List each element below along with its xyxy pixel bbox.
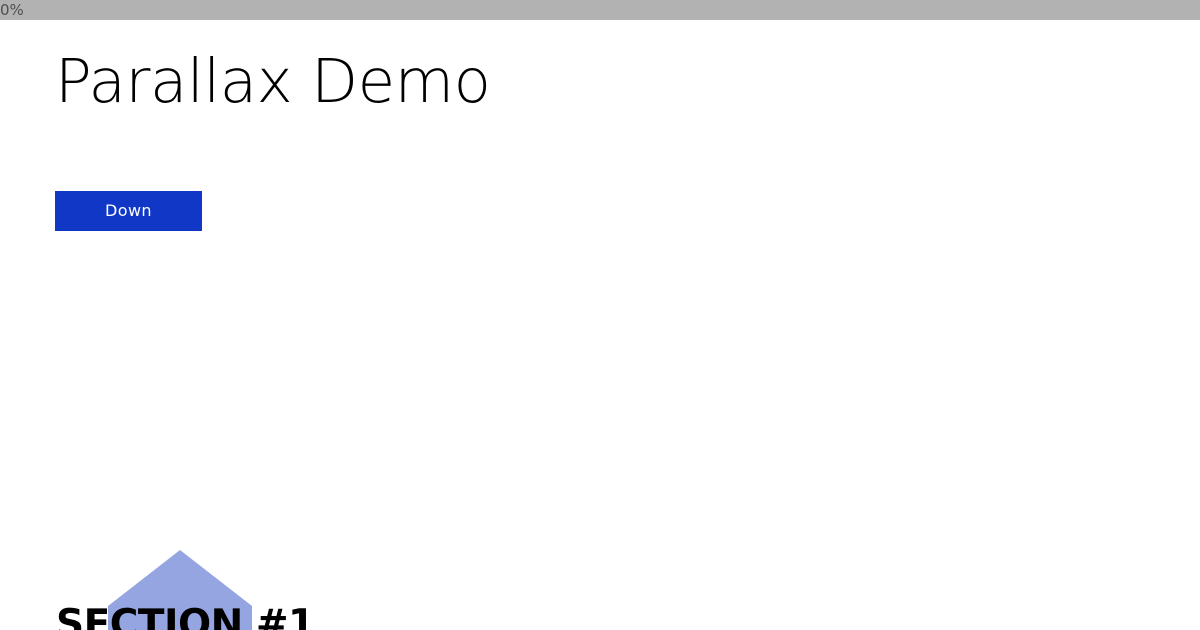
scroll-progress-label: 0%: [0, 1, 24, 19]
section-heading: SECTION #1: [56, 602, 315, 630]
parallax-demo-page: 0% Parallax Demo Down SECTION #1: [0, 0, 1200, 630]
page-title: Parallax Demo: [55, 46, 491, 117]
scroll-progress-bar: 0%: [0, 0, 1200, 20]
down-button[interactable]: Down: [55, 191, 202, 231]
